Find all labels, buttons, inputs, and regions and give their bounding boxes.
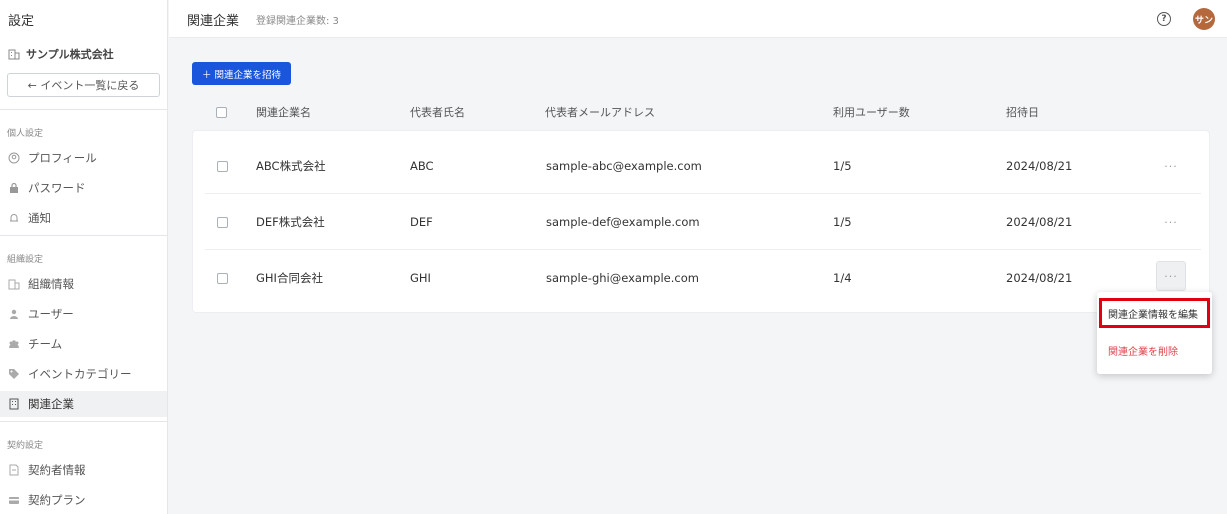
select-all-cell [216, 100, 227, 124]
rep-name: GHI [410, 271, 431, 285]
rep-name: ABC [410, 159, 434, 173]
row-checkbox-cell [217, 138, 228, 194]
user-circle-icon [8, 152, 20, 164]
company-name: GHI合同会社 [256, 271, 323, 285]
sidebar-item-label: 通知 [28, 211, 51, 225]
row-checkbox[interactable] [217, 272, 228, 284]
sidebar-item-team[interactable]: チーム [0, 331, 167, 357]
sidebar-item-profile[interactable]: プロフィール [0, 145, 167, 171]
divider [0, 421, 168, 422]
sidebar-item-org-info[interactable]: 組織情報 [0, 271, 167, 297]
invite-date: 2024/08/21 [1006, 271, 1073, 285]
registered-count: 登録関連企業数: 3 [256, 16, 339, 27]
section-personal: 個人設定 [7, 129, 44, 139]
sidebar-item-label: ユーザー [28, 307, 74, 321]
company-table: ABC株式会社 ABC sample-abc@example.com 1/5 2… [192, 130, 1210, 313]
sidebar-title: 設定 [8, 14, 35, 29]
sidebar-item-users[interactable]: ユーザー [0, 301, 167, 327]
divider [0, 109, 168, 110]
user-count: 1/5 [833, 215, 852, 229]
sidebar-item-event-category[interactable]: イベントカテゴリー [0, 361, 167, 387]
sidebar-item-password[interactable]: パスワード [0, 175, 167, 201]
column-header[interactable]: 代表者氏名 [410, 100, 465, 124]
help-icon[interactable]: ? [1157, 12, 1171, 26]
building-icon [8, 48, 20, 60]
divider [0, 235, 168, 236]
column-header[interactable]: 代表者メールアドレス [545, 100, 655, 124]
user-count: 1/4 [833, 271, 852, 285]
invite-date: 2024/08/21 [1006, 159, 1073, 173]
rep-email: sample-abc@example.com [546, 159, 702, 173]
building-icon [8, 278, 20, 290]
sidebar-item-related-companies[interactable]: 関連企業 [0, 391, 167, 417]
team-icon [8, 338, 20, 350]
sidebar-item-label: 関連企業 [28, 397, 74, 411]
page-title: 関連企業 [187, 14, 240, 29]
sidebar-item-label: チーム [28, 337, 63, 351]
document-icon [8, 464, 20, 476]
row-checkbox[interactable] [217, 216, 228, 228]
user-count: 1/5 [833, 159, 852, 173]
rep-email: sample-ghi@example.com [546, 271, 699, 285]
rep-email: sample-def@example.com [546, 215, 700, 229]
card-icon [8, 494, 20, 506]
column-header[interactable]: 関連企業名 [256, 100, 311, 124]
row-checkbox-cell [217, 250, 228, 306]
table-row: ABC株式会社 ABC sample-abc@example.com 1/5 2… [193, 138, 1209, 194]
column-header[interactable]: 招待日 [1006, 100, 1039, 124]
sidebar-item-label: プロフィール [28, 151, 97, 165]
sidebar-item-contractor-info[interactable]: 契約者情報 [0, 457, 167, 483]
table-row: DEF株式会社 DEF sample-def@example.com 1/5 2… [193, 194, 1209, 250]
bell-icon [8, 212, 20, 224]
select-all-checkbox[interactable] [216, 106, 227, 118]
header: 関連企業 登録関連企業数: 3 ? サン [169, 0, 1227, 38]
sidebar-item-label: 組織情報 [28, 277, 74, 291]
user-icon [8, 308, 20, 320]
table-header: 関連企業名 代表者氏名 代表者メールアドレス 利用ユーザー数 招待日 [192, 100, 1210, 124]
row-checkbox[interactable] [217, 160, 228, 172]
building-icon [8, 398, 20, 410]
invite-company-button[interactable]: ＋ 関連企業を招待 [192, 62, 292, 85]
org-name-label: サンプル株式会社 [26, 48, 114, 61]
sidebar-item-label: 契約プラン [28, 493, 86, 507]
more-actions-button[interactable]: ··· [1156, 207, 1186, 237]
section-organization: 組織設定 [7, 255, 44, 265]
tag-icon [8, 368, 20, 380]
more-actions-button[interactable]: ··· [1156, 151, 1186, 181]
org-name: サンプル株式会社 [8, 46, 114, 62]
company-name: ABC株式会社 [256, 159, 326, 173]
delete-company-menu-item[interactable]: 関連企業を削除 [1097, 336, 1212, 364]
lock-icon [8, 182, 20, 194]
rep-name: DEF [410, 215, 433, 229]
sidebar: 設定 サンプル株式会社 ← イベント一覧に戻る 個人設定 プロフィール パスワー… [0, 0, 168, 514]
section-contract: 契約設定 [7, 441, 44, 451]
back-to-events-button[interactable]: ← イベント一覧に戻る [7, 73, 160, 97]
sidebar-item-notification[interactable]: 通知 [0, 205, 167, 231]
table-row: GHI合同会社 GHI sample-ghi@example.com 1/4 2… [193, 250, 1209, 306]
sidebar-item-label: 契約者情報 [28, 463, 86, 477]
sidebar-item-contract-plan[interactable]: 契約プラン [0, 487, 167, 513]
sidebar-item-label: パスワード [28, 181, 86, 195]
avatar[interactable]: サン [1193, 8, 1215, 30]
column-header[interactable]: 利用ユーザー数 [833, 100, 910, 124]
more-actions-button[interactable]: ··· [1156, 261, 1186, 291]
highlight-box [1099, 298, 1210, 328]
row-checkbox-cell [217, 194, 228, 250]
sidebar-item-label: イベントカテゴリー [28, 367, 132, 381]
invite-date: 2024/08/21 [1006, 215, 1073, 229]
company-name: DEF株式会社 [256, 215, 325, 229]
